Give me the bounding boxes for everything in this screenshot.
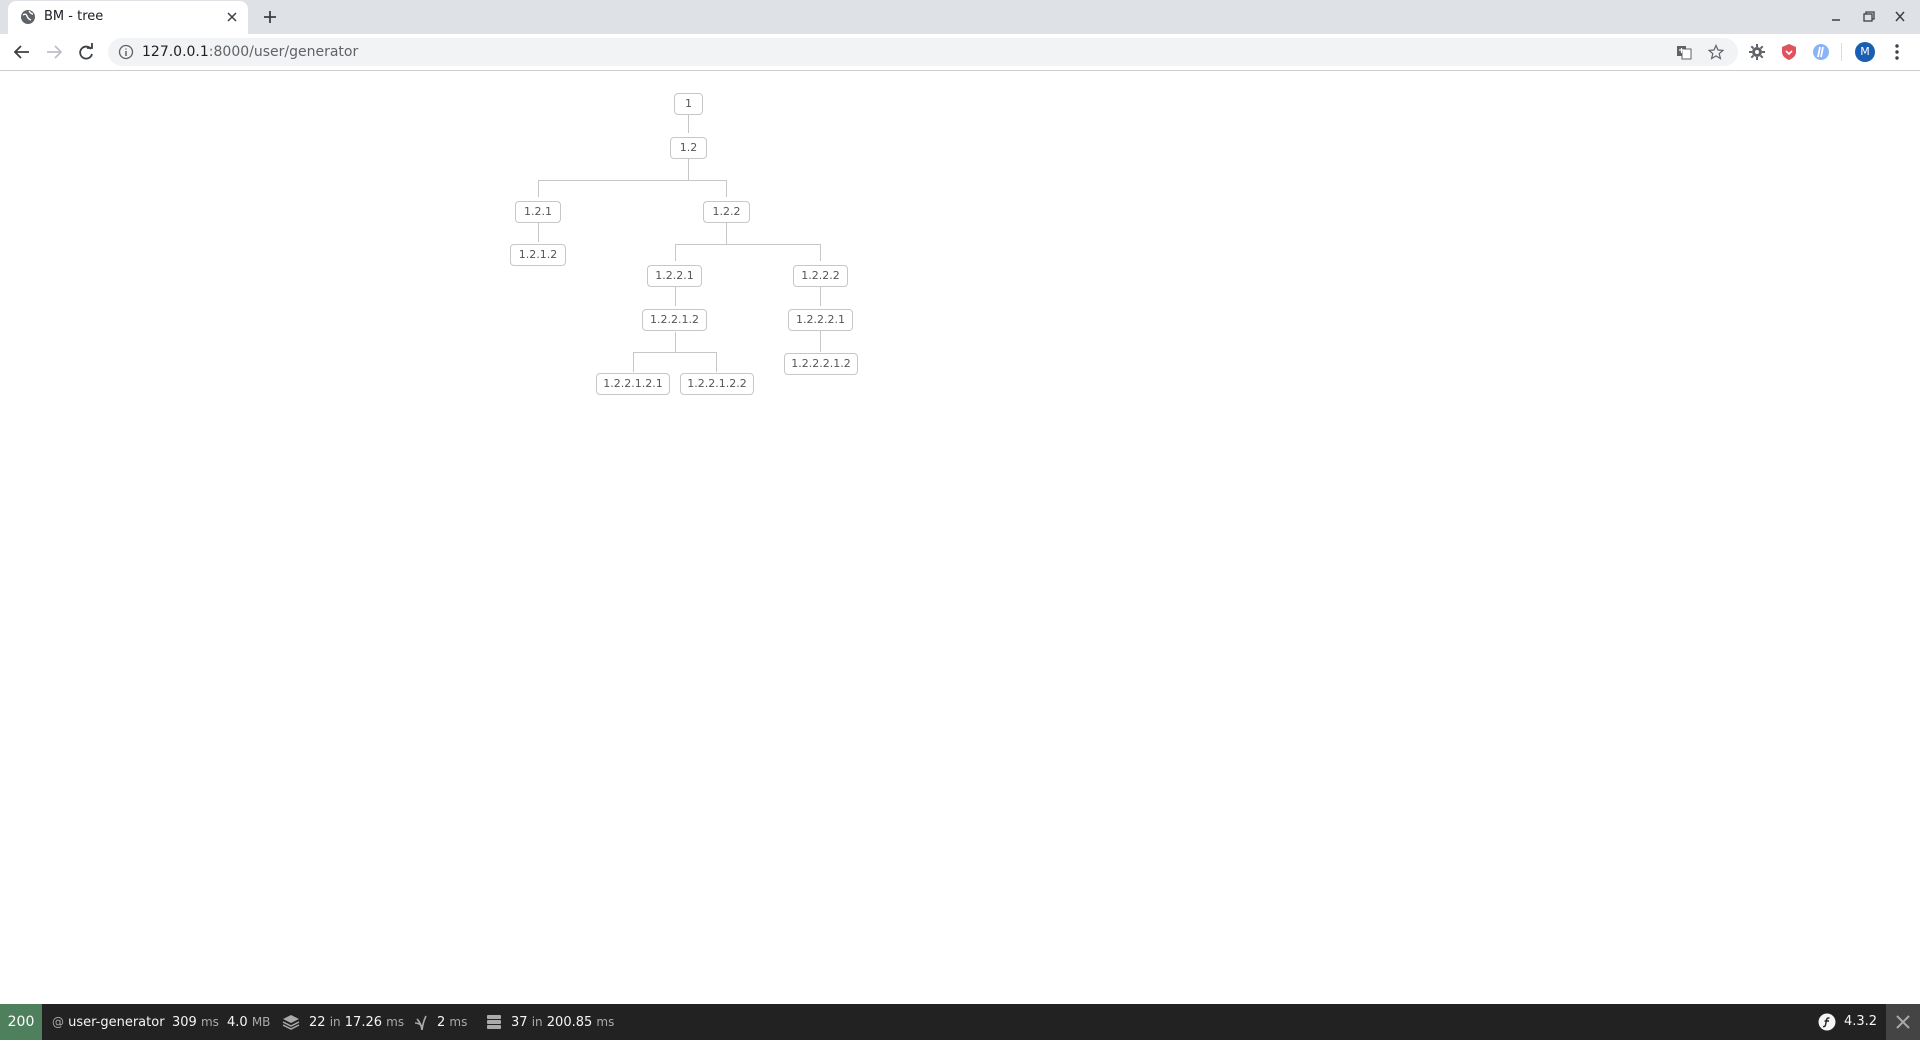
symfony-version[interactable]: 4.3.2: [1844, 1004, 1877, 1040]
symfony-logo-icon: [1818, 1013, 1836, 1031]
time-unit: ms: [200, 1015, 219, 1029]
twig-icon: [413, 1014, 431, 1031]
tree-node-1-2-1[interactable]: 1.2.1: [515, 201, 561, 223]
route-at-sign: @: [52, 1015, 64, 1029]
route-name: user-generator: [68, 1015, 165, 1030]
tree-node-1-2-2-1-2[interactable]: 1.2.2.1.2: [642, 309, 707, 331]
tree-node-1-2-2-1-2-2[interactable]: 1.2.2.1.2.2: [680, 373, 754, 395]
tree-connector: [675, 244, 821, 245]
cache-item[interactable]: 22 in 17.26 ms: [309, 1004, 404, 1040]
twig-item[interactable]: 2 ms: [437, 1004, 467, 1040]
time-value: 309: [172, 1015, 197, 1030]
tree-node-1-2-2[interactable]: 1.2.2: [703, 201, 750, 223]
tree-connector: [716, 352, 717, 372]
tree-node-1[interactable]: 1: [674, 93, 703, 115]
memory-unit: MB: [251, 1015, 271, 1029]
tree-connector: [820, 287, 821, 306]
db-time: 200.85: [546, 1015, 593, 1030]
tree-node-1-2-1-2[interactable]: 1.2.1.2: [510, 244, 566, 266]
tree-connector: [675, 287, 676, 306]
route-item[interactable]: @ user-generator: [52, 1004, 165, 1040]
layers-icon: [282, 1014, 300, 1030]
twig-unit: ms: [449, 1015, 468, 1029]
tree-connector: [538, 223, 539, 242]
db-in: in: [531, 1015, 543, 1029]
cache-count: 22: [309, 1015, 326, 1030]
twig-time: 2: [437, 1015, 446, 1030]
cache-in: in: [329, 1015, 341, 1029]
tree-connector: [726, 180, 727, 197]
tree-diagram: 1 1.2 1.2.1 1.2.2 1.2.1.2 1.2.2.1 1.2.2.…: [0, 0, 1920, 1004]
tree-node-1-2-2-2-1-2[interactable]: 1.2.2.2.1.2: [784, 353, 858, 375]
tree-node-1-2-2-1-2-1[interactable]: 1.2.2.1.2.1: [596, 373, 670, 395]
tree-connector: [675, 332, 676, 352]
tree-connector: [538, 180, 727, 181]
tree-node-1-2-2-1[interactable]: 1.2.2.1: [647, 265, 702, 287]
tree-connector: [633, 352, 634, 372]
database-item[interactable]: 37 in 200.85 ms: [511, 1004, 614, 1040]
cache-unit: ms: [386, 1015, 405, 1029]
tree-connector: [633, 352, 717, 353]
status-code-badge[interactable]: 200: [0, 1004, 42, 1040]
tree-connector: [726, 223, 727, 244]
debug-toolbar-close-icon[interactable]: [1886, 1004, 1920, 1040]
memory-item[interactable]: 4.0 MB: [227, 1004, 270, 1040]
database-icon: [485, 1014, 503, 1030]
tree-connector: [688, 115, 689, 133]
db-count: 37: [511, 1015, 528, 1030]
db-unit: ms: [596, 1015, 615, 1029]
tree-connector: [538, 180, 539, 197]
tree-connector: [688, 159, 689, 180]
tree-connector: [820, 331, 821, 352]
cache-time: 17.26: [344, 1015, 382, 1030]
tree-node-1-2[interactable]: 1.2: [670, 137, 707, 159]
tree-node-1-2-2-2[interactable]: 1.2.2.2: [793, 265, 848, 287]
time-item[interactable]: 309 ms: [172, 1004, 219, 1040]
tree-connector: [675, 244, 676, 261]
memory-value: 4.0: [227, 1015, 248, 1030]
tree-connector: [820, 244, 821, 261]
debug-toolbar: 200 @ user-generator 309 ms 4.0 MB 22 in…: [0, 1004, 1920, 1040]
tree-node-1-2-2-2-1[interactable]: 1.2.2.2.1: [788, 309, 853, 331]
